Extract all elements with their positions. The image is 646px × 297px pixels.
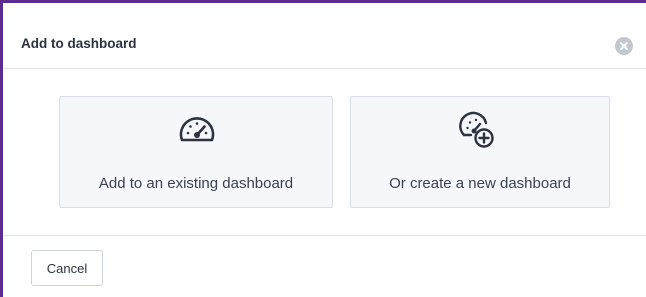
dialog-footer: Cancel <box>3 235 646 297</box>
add-to-dashboard-dialog: Add to dashboard Add to an existing dash… <box>3 3 646 297</box>
dashboard-gauge-icon <box>179 117 215 142</box>
close-icon <box>620 42 628 50</box>
create-new-dashboard-label: Or create a new dashboard <box>389 175 571 192</box>
dialog-body: Add to an existing dashboard Or create a… <box>3 69 646 235</box>
dialog-title: Add to dashboard <box>21 36 137 51</box>
create-new-dashboard-option[interactable]: Or create a new dashboard <box>350 96 610 208</box>
add-to-existing-dashboard-option[interactable]: Add to an existing dashboard <box>59 96 333 208</box>
dashboard-add-icon <box>459 111 494 148</box>
close-button[interactable] <box>615 37 633 55</box>
dialog-header: Add to dashboard <box>3 3 646 69</box>
add-to-existing-dashboard-label: Add to an existing dashboard <box>98 175 294 192</box>
cancel-button[interactable]: Cancel <box>31 250 103 286</box>
